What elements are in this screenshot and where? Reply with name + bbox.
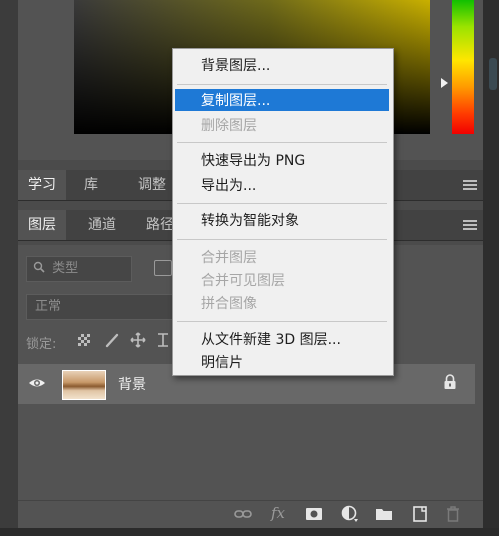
lock-artboard-icon[interactable] (156, 332, 170, 348)
menu-item-duplicate-layer-label: 复制图层... (201, 93, 271, 109)
menu-item-background-layer[interactable]: 背景图层... (201, 55, 270, 75)
menu-separator (177, 203, 387, 204)
lock-transparent-pixels-icon[interactable] (78, 334, 90, 346)
panel-menu-icon[interactable] (463, 180, 477, 190)
adjustment-layer-icon[interactable] (341, 505, 359, 522)
search-icon (33, 261, 49, 276)
hue-slider-handle[interactable] (441, 78, 448, 88)
trash-icon[interactable] (445, 505, 463, 522)
tab-layers-label: 图层 (28, 217, 56, 233)
mask-icon[interactable] (305, 506, 323, 522)
tab-channels[interactable]: 通道 (78, 210, 126, 240)
menu-item-postcard[interactable]: 明信片 (201, 352, 243, 372)
menu-separator (177, 84, 387, 85)
tab-learn[interactable]: 学习 (18, 170, 66, 200)
layer-context-menu: 背景图层... 复制图层... 删除图层 快速导出为 PNG 导出为... 转换… (172, 48, 394, 376)
hue-slider[interactable] (452, 0, 474, 134)
filter-pixel-layer-icon[interactable] (154, 260, 172, 276)
lock-label: 锁定: (26, 337, 57, 352)
menu-item-export-as[interactable]: 导出为... (201, 175, 256, 195)
status-strip (0, 528, 499, 536)
tab-adjustments-label: 调整 (138, 177, 166, 193)
filter-kind-label: 类型 (52, 261, 79, 276)
fx-icon[interactable]: fx (271, 504, 285, 522)
blend-mode-value: 正常 (35, 299, 62, 314)
new-layer-icon[interactable] (411, 506, 429, 522)
left-panel-strip (0, 0, 18, 536)
filter-kind-select[interactable]: 类型 (26, 256, 132, 282)
menu-item-merge-layers: 合并图层 (201, 250, 257, 266)
menu-separator (177, 239, 387, 240)
lock-position-icon[interactable] (130, 332, 146, 348)
group-folder-icon[interactable] (375, 506, 393, 522)
tab-layers[interactable]: 图层 (18, 210, 66, 240)
link-icon[interactable] (234, 506, 252, 522)
tab-learn-label: 学习 (28, 177, 56, 193)
scrollbar-thumb[interactable] (489, 58, 497, 90)
menu-separator (177, 321, 387, 322)
layer-name[interactable]: 背景 (118, 374, 146, 394)
tab-library-label: 库 (84, 177, 98, 193)
menu-item-quick-export-png[interactable]: 快速导出为 PNG (201, 150, 305, 170)
menu-item-delete-layer: 删除图层 (201, 118, 257, 134)
menu-separator (177, 142, 387, 143)
tab-paths-label: 路径 (146, 217, 174, 233)
layer-lock-icon[interactable] (443, 374, 457, 390)
menu-item-duplicate-layer[interactable]: 复制图层... (175, 89, 389, 111)
menu-item-new-3d-layer-from-file[interactable]: 从文件新建 3D 图层... (201, 329, 341, 349)
layers-panel-menu-icon[interactable] (463, 220, 477, 230)
blend-mode-select[interactable]: 正常 (26, 294, 178, 320)
eye-visibility-icon[interactable] (28, 374, 46, 392)
layer-thumbnail[interactable] (62, 370, 106, 400)
menu-item-flatten-image: 拼合图像 (201, 296, 257, 312)
menu-item-merge-visible: 合并可见图层 (201, 273, 285, 289)
tab-channels-label: 通道 (88, 217, 116, 233)
menu-item-convert-smart-object[interactable]: 转换为智能对象 (201, 210, 299, 230)
tab-adjustments[interactable]: 调整 (128, 170, 176, 200)
lock-image-pixels-icon[interactable] (104, 332, 120, 348)
tab-library[interactable]: 库 (74, 170, 108, 200)
